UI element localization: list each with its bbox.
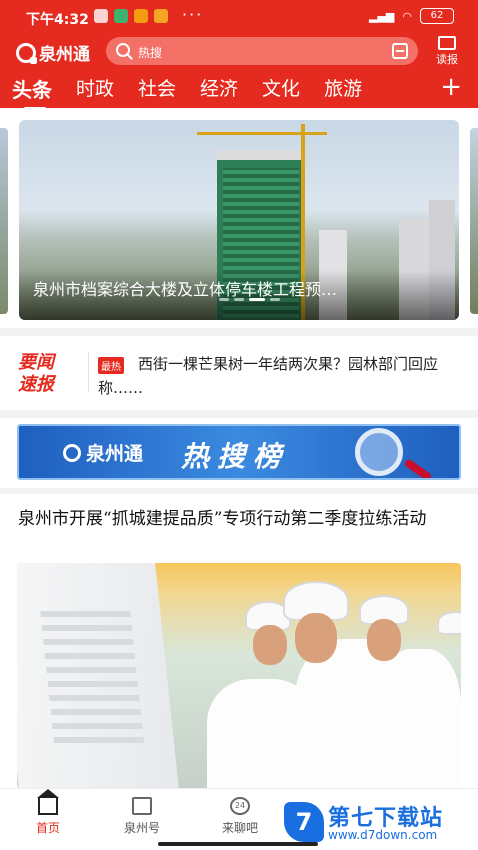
pager-dot <box>270 298 280 301</box>
nav-label: 首页 <box>35 821 60 835</box>
hot-news-logo-line: 速报 <box>18 374 54 395</box>
watermark-logo-icon: 7 <box>284 802 324 842</box>
battery-icon: 62 <box>420 8 454 24</box>
pager-dot <box>234 298 244 301</box>
carousel-prev-peek[interactable] <box>0 128 8 314</box>
article-photo-board <box>17 563 179 789</box>
read-paper-button[interactable]: 读报 <box>432 36 462 67</box>
logo-text: 泉州通 <box>39 45 90 65</box>
hot-search-banner[interactable]: 泉州通 热搜榜 <box>17 424 461 480</box>
app-header: 下午4:32 ··· ▂▄▆ ◠ 62 泉州通 热搜 读报 头条 时政 社会 经… <box>0 0 478 110</box>
article-photo-face <box>253 625 287 665</box>
more-notifications-icon: ··· <box>182 5 204 24</box>
status-time: 下午4:32 <box>26 12 89 28</box>
plus-icon[interactable]: + <box>440 74 462 100</box>
section-divider <box>0 488 478 494</box>
hot-news-separator <box>88 352 89 392</box>
tab-shizheng[interactable]: 时政 <box>76 74 114 106</box>
pager-dot <box>219 298 229 301</box>
carousel-next-peek[interactable] <box>470 128 478 314</box>
banner-caption: 泉州市档案综合大楼及立体停车楼工程预… <box>33 280 338 299</box>
banner-photo-detail <box>197 132 327 135</box>
logo-mark-icon <box>16 42 37 64</box>
search-icon <box>116 43 130 57</box>
hot-news-logo: 要闻 速报 <box>18 352 54 396</box>
wifi-icon: ◠ <box>402 9 412 23</box>
app-notification-icon <box>114 9 128 23</box>
article-title[interactable]: 泉州市开展“抓城建提品质”专项行动第二季度拉练活动 <box>18 506 462 532</box>
nav-label: 泉州号 <box>123 821 160 835</box>
watermark-url: www.d7down.com <box>328 828 438 842</box>
nav-quanzhouhao[interactable]: 泉州号 <box>112 797 172 836</box>
top-bar: 泉州通 热搜 读报 <box>0 36 478 68</box>
home-icon <box>37 789 59 815</box>
search-bar[interactable]: 热搜 <box>106 37 418 65</box>
edit-icon <box>132 797 152 815</box>
tab-shehui[interactable]: 社会 <box>138 74 176 106</box>
section-divider <box>0 328 478 336</box>
channel-tabs: 头条 时政 社会 经济 文化 旅游 + <box>0 74 478 110</box>
section-divider <box>0 410 478 418</box>
tab-lvyou[interactable]: 旅游 <box>324 74 362 106</box>
hottest-badge: 最热 <box>98 357 124 374</box>
app-notification-icon <box>134 9 148 23</box>
hot-search-logo: 泉州通 <box>63 439 143 466</box>
carousel-pager <box>219 298 280 301</box>
hot-news-logo-line: 要闻 <box>18 352 54 373</box>
article-photo-helmet <box>437 611 461 635</box>
magnifier-icon <box>355 428 403 476</box>
app-logo: 泉州通 <box>16 40 90 65</box>
hot-news-ticker[interactable]: 要闻 速报 西街一棵芒果树一年结两次果？园林部门回应称…… 最热 <box>0 338 478 406</box>
chat-badge: 24 <box>234 801 246 810</box>
magnifier-handle-icon <box>403 458 433 478</box>
scan-icon[interactable] <box>392 43 408 59</box>
nav-home[interactable]: 首页 <box>18 789 78 836</box>
article-photo-face <box>295 613 337 663</box>
notification-icon <box>94 9 108 23</box>
logo-mark-icon <box>63 443 81 462</box>
nav-chat[interactable]: 24 来聊吧 <box>210 797 270 836</box>
gesture-bar[interactable] <box>158 842 318 846</box>
system-status: ▂▄▆ ◠ 62 <box>369 8 454 24</box>
article-photo-person <box>377 649 461 789</box>
search-placeholder: 热搜 <box>138 46 163 60</box>
hot-search-logo-text: 泉州通 <box>86 443 144 465</box>
read-paper-label: 读报 <box>436 53 458 66</box>
pager-dot-active <box>249 298 265 301</box>
chat-icon: 24 <box>230 797 250 815</box>
tab-toutiao[interactable]: 头条 <box>12 74 52 110</box>
article-image[interactable] <box>17 563 461 789</box>
newspaper-icon <box>438 36 456 50</box>
tab-jingji[interactable]: 经济 <box>200 74 238 106</box>
signal-icon: ▂▄▆ <box>369 9 395 23</box>
article-photo-face <box>367 619 401 661</box>
hot-search-title: 热搜榜 <box>181 440 290 473</box>
app-notification-icon <box>154 9 168 23</box>
hot-news-headline[interactable]: 西街一棵芒果树一年结两次果？园林部门回应称…… <box>98 352 458 400</box>
banner-slide[interactable]: 泉州市档案综合大楼及立体停车楼工程预… <box>19 120 459 320</box>
status-bar: 下午4:32 ··· ▂▄▆ ◠ 62 <box>0 0 478 34</box>
tab-wenhua[interactable]: 文化 <box>262 74 300 106</box>
nav-label: 来聊吧 <box>221 821 258 835</box>
status-notification-icons <box>94 9 168 23</box>
banner-carousel[interactable]: 泉州市档案综合大楼及立体停车楼工程预… <box>0 120 478 320</box>
